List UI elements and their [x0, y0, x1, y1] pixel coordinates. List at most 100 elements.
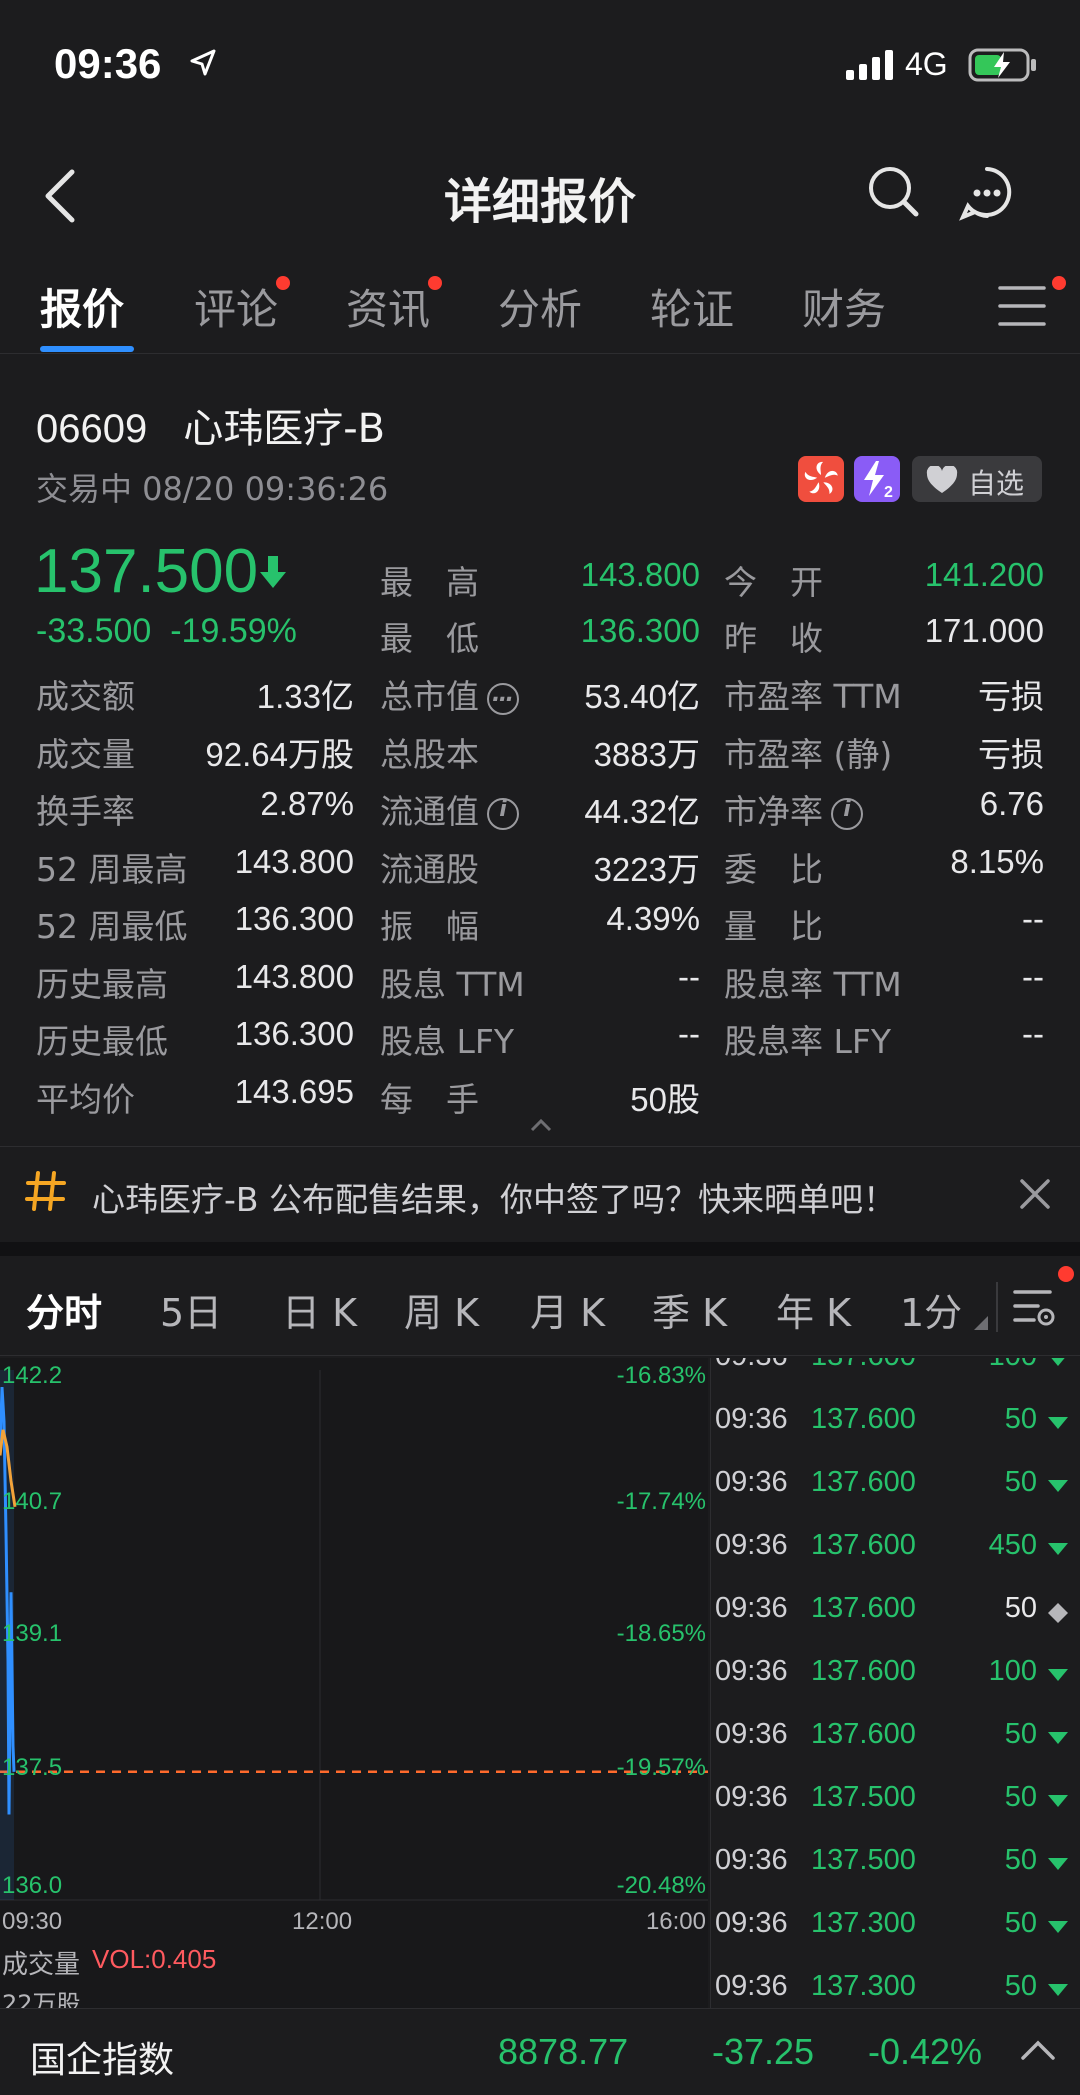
info-circle-icon[interactable]: [487, 682, 519, 715]
chart-tab-1min[interactable]: 1分: [900, 1282, 962, 1337]
tick-time: 09:36: [715, 1466, 788, 1498]
tick-price: 137.600: [811, 1403, 916, 1435]
level2-lightning-icon: 2: [854, 456, 900, 502]
network-type: 4G: [905, 46, 948, 82]
chat-more-icon[interactable]: [958, 164, 1016, 222]
trade-status: 交易中 08/20 09:36:26: [36, 470, 389, 508]
down-triangle-icon: [1048, 1669, 1068, 1681]
chart-tab-daily[interactable]: 日 K: [282, 1282, 357, 1337]
tick-time: 09:36: [715, 1592, 788, 1624]
tick-volume: 50: [1004, 1844, 1037, 1876]
tab-warrants[interactable]: 轮证: [650, 276, 734, 337]
y-right-tick: -19.57%: [616, 1754, 706, 1781]
y-left-tick: 137.5: [2, 1754, 63, 1781]
quote-value: 3223万: [593, 851, 700, 888]
announcement-banner[interactable]: 心玮医疗-B 公布配售结果，你中签了吗？快来晒单吧！: [0, 1146, 1080, 1242]
high-label: 最 高: [380, 563, 479, 602]
quote-value: 136.300: [234, 900, 354, 937]
tab-comments[interactable]: 评论: [194, 276, 291, 337]
tick-price: 137.500: [811, 1844, 916, 1876]
quote-label: 换手率: [36, 792, 135, 831]
tab-financials[interactable]: 财务: [802, 276, 886, 337]
volume-value: VOL:0.405: [92, 1944, 217, 1974]
prev-close-label: 昨 收: [724, 619, 823, 658]
down-triangle-icon: [1048, 1732, 1068, 1744]
tick-volume: 50: [1004, 1718, 1037, 1750]
tick-time: 09:36: [715, 1403, 788, 1435]
search-icon[interactable]: [866, 164, 922, 220]
tick-price: 137.300: [811, 1970, 916, 2002]
chart-tab-monthly[interactable]: 月 K: [530, 1282, 605, 1337]
nav-header: 详细报价: [0, 140, 1080, 250]
quote-value: --: [1022, 958, 1044, 995]
y-left-tick: 136.0: [2, 1872, 63, 1899]
hashtag-icon: [25, 1171, 66, 1211]
tick-row: 09:36 137.600 50: [711, 1580, 1080, 1643]
quote-value: 4.39%: [606, 900, 700, 937]
quote-label: 每 手: [380, 1080, 479, 1119]
quote-value: 3883万: [593, 736, 700, 773]
down-triangle-icon: [1048, 1417, 1068, 1429]
quote-label: 股息率 LFY: [724, 1022, 892, 1061]
quote-value: --: [1022, 900, 1044, 937]
notification-dot: [428, 276, 443, 290]
chart-tab-intraday[interactable]: 分时: [26, 1282, 102, 1337]
tick-time: 09:36: [715, 1970, 788, 2002]
tab-quote[interactable]: 报价: [40, 276, 124, 337]
quote-label: 股息 TTM: [380, 965, 525, 1004]
tick-volume: 100: [989, 1358, 1037, 1373]
section-tabs: 报价 评论 资讯 分析 轮证 财务: [0, 262, 1080, 354]
tick-volume: 50: [1004, 1403, 1037, 1435]
open-label: 今 开: [724, 563, 823, 602]
hamburger-menu-icon[interactable]: [998, 284, 1046, 328]
quote-label: 成交量: [36, 735, 135, 774]
open-value: 141.200: [924, 556, 1044, 593]
quote-value: 1.33亿: [256, 678, 354, 715]
tick-row: 09:36 137.600 100: [711, 1643, 1080, 1706]
quote-value: --: [678, 958, 700, 995]
quote-value: --: [1022, 1015, 1044, 1052]
info-circle-icon[interactable]: [487, 797, 519, 830]
chart-settings-icon[interactable]: [1012, 1284, 1058, 1330]
tab-news[interactable]: 资讯: [346, 276, 443, 337]
add-favorite-button[interactable]: 自选: [912, 456, 1042, 502]
tick-volume: 50: [1004, 1466, 1037, 1498]
quote-value: 136.300: [234, 1015, 354, 1052]
y-left-tick: 140.7: [2, 1488, 63, 1515]
chart-tab-5day[interactable]: 5日: [160, 1282, 222, 1337]
down-triangle-icon: [1048, 1795, 1068, 1807]
tick-list[interactable]: 09:36 137.600 100 09:36 137.600 50 09:36 137.60…: [710, 1358, 1080, 2008]
index-change-pct: -0.42%: [868, 2031, 983, 2072]
down-triangle-icon: [1048, 1984, 1068, 1996]
tick-row: 09:36 137.600 50: [711, 1706, 1080, 1769]
quote-value: 92.64万股: [205, 736, 354, 773]
quote-value: 亏损: [978, 736, 1044, 773]
y-right-tick: -20.48%: [616, 1872, 706, 1899]
quote-label: 振 幅: [380, 907, 479, 946]
quote-value: 6.76: [979, 785, 1044, 822]
chart-period-tabs: 分时 5日 日 K 周 K 月 K 季 K 年 K 1分: [0, 1256, 1080, 1356]
info-circle-icon[interactable]: [831, 797, 863, 830]
tick-row: 09:36 137.500 50: [711, 1832, 1080, 1895]
tab-separator: [996, 1282, 998, 1332]
quote-value: 2.87%: [260, 785, 354, 822]
tab-analysis[interactable]: 分析: [498, 276, 582, 337]
tick-volume: 50: [1004, 1592, 1037, 1624]
close-icon[interactable]: [1018, 1177, 1052, 1211]
chart-tab-quarterly[interactable]: 季 K: [652, 1282, 727, 1337]
chart-tab-weekly[interactable]: 周 K: [404, 1282, 479, 1337]
expand-caret-icon[interactable]: [1020, 2039, 1056, 2061]
tick-volume: 450: [988, 1529, 1037, 1561]
chart-tab-yearly[interactable]: 年 K: [776, 1282, 851, 1337]
intraday-chart[interactable]: 142.2 140.7 139.1 137.5 136.0 -16.83% -1…: [0, 1358, 708, 2008]
location-arrow-icon: [190, 49, 216, 76]
index-ticker-bar[interactable]: 国企指数 8878.77 -37.25 -0.42%: [0, 2008, 1080, 2095]
collapse-caret-icon[interactable]: [530, 1118, 552, 1132]
battery-charging-icon: [968, 48, 1036, 82]
y-left-tick: 142.2: [2, 1362, 63, 1389]
quote-label: 市净率: [724, 785, 863, 833]
tick-price: 137.600: [811, 1655, 916, 1687]
tick-price: 137.600: [811, 1718, 916, 1750]
tick-row: 09:36 137.600 450: [711, 1517, 1080, 1580]
quote-label: 市盈率 TTM: [724, 677, 902, 716]
